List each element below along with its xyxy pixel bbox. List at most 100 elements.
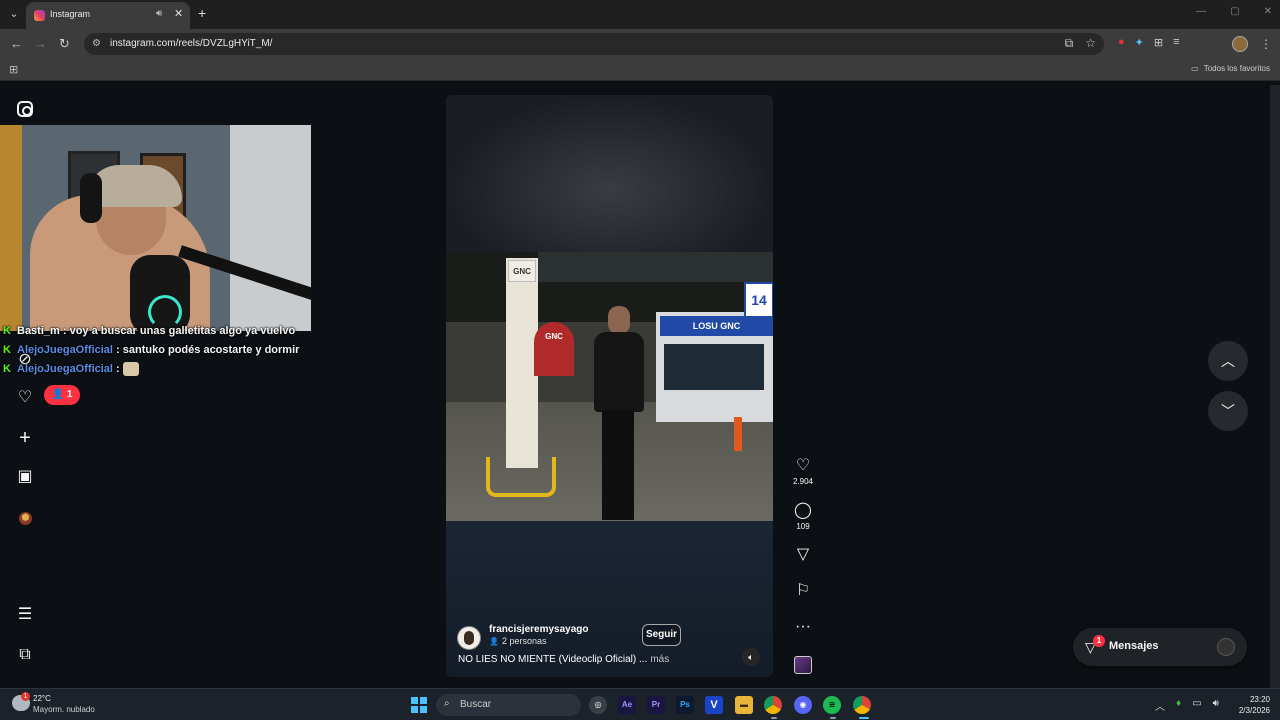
more-options-action[interactable]: ··· (790, 618, 816, 636)
reload-icon[interactable]: ↻ (59, 37, 70, 50)
chrome-icon[interactable] (764, 696, 782, 714)
running-indicator (771, 717, 777, 719)
video-store-sign: LOSU GNC (660, 316, 773, 336)
browser-tab[interactable]: Instagram 🔊︎ ✕ (26, 2, 190, 29)
close-window-icon[interactable]: ✕ (1264, 6, 1272, 17)
address-bar[interactable]: ⚙ instagram.com/reels/DVZLgHYiT_M/ ⧉ ☆ (84, 33, 1104, 55)
volume-icon[interactable]: 🔊︎ (1213, 698, 1219, 713)
collab-count[interactable]: 👤 2 personas (489, 636, 547, 646)
create-plus-icon[interactable]: + (16, 428, 34, 448)
photoshop-icon[interactable]: Ps (676, 696, 694, 714)
window-controls: — ▢ ✕ (1196, 6, 1272, 17)
after-effects-icon[interactable]: Ae (618, 696, 636, 714)
heart-icon[interactable]: ♡ (790, 457, 816, 475)
caption-more-link[interactable]: más (650, 654, 669, 665)
share-send-icon[interactable]: ▽ (790, 546, 816, 564)
bookmark-icon[interactable]: ⚐ (790, 582, 816, 600)
previous-reel-button[interactable]: ︿ (1208, 341, 1248, 381)
forward-icon[interactable]: → (34, 37, 47, 50)
messages-button[interactable]: ▽ 1 Mensajes (1073, 628, 1247, 666)
file-explorer-icon[interactable]: ▬ (735, 696, 753, 714)
microphone-icon[interactable]: ♦ (1176, 698, 1181, 713)
like-action[interactable]: ♡ 2.904 (790, 457, 816, 486)
apps-grid-icon[interactable]: ⊞ (9, 63, 18, 76)
author-avatar[interactable] (457, 626, 481, 650)
install-app-icon[interactable]: ⧉ (1065, 36, 1074, 51)
instagram-logo-icon[interactable] (17, 101, 33, 117)
system-clock[interactable]: 23:20 2/3/2026 (1234, 694, 1270, 716)
weather-description[interactable]: Mayorm. nublado (33, 705, 95, 714)
tab-close-icon[interactable]: ✕ (174, 7, 183, 20)
site-info-icon[interactable]: ⚙ (92, 38, 101, 49)
tray-overflow-icon[interactable]: ︿ (1155, 698, 1165, 713)
system-tray: ︿ ♦ ▭ 🔊︎ (1155, 698, 1219, 713)
extension-translate-icon[interactable]: ✦ (1135, 36, 1144, 49)
url-text[interactable]: instagram.com/reels/DVZLgHYiT_M/ (110, 38, 272, 49)
premiere-icon[interactable]: Pr (647, 696, 665, 714)
chat-username: AlejoJuegaOfficial (17, 344, 113, 356)
taskbar-search[interactable]: ⌕ Buscar (436, 694, 581, 716)
reel-info: francisjeremysayago 👤 2 personas Seguir N… (446, 618, 773, 678)
search-icon: ⌕ (444, 698, 450, 709)
browser-menu-icon[interactable]: ⋮ (1260, 37, 1272, 51)
next-reel-button[interactable]: ﹀ (1208, 391, 1248, 431)
all-bookmarks-folder[interactable]: ▭ Todos los favoritos (1186, 64, 1270, 73)
tab-audio-icon[interactable]: 🔊︎ (156, 8, 162, 19)
also-from-meta-icon[interactable]: ⧉ (16, 646, 34, 664)
folder-icon: ▭ (1191, 64, 1199, 73)
page-scrollbar[interactable] (1270, 85, 1280, 688)
windows-taskbar: 1 22°C Mayorm. nublado ⌕ Buscar ◎ Ae Pr … (0, 688, 1280, 720)
video-store-window (664, 344, 764, 390)
start-windows-icon[interactable] (411, 697, 427, 713)
weather-alert-badge: 1 (21, 692, 30, 701)
share-action[interactable]: ▽ (790, 546, 816, 564)
chevron-down-icon: ﹀ (1221, 403, 1235, 419)
chat-text: : (116, 363, 120, 375)
weather-temperature[interactable]: 22°C (33, 694, 51, 703)
reel-caption: NO LIES NO MIENTE (Videoclip Oficial) ..… (458, 654, 669, 665)
comment-action[interactable]: ◯ 109 (790, 502, 816, 531)
tab-title: Instagram (50, 9, 91, 19)
chat-emote-icon (122, 362, 139, 377)
profile-avatar[interactable] (1232, 36, 1248, 52)
follow-button[interactable]: Seguir (642, 624, 681, 646)
messages-label: Mensajes (1109, 640, 1159, 652)
extensions-puzzle-icon[interactable]: ⊞ (1154, 36, 1163, 49)
more-menu-icon[interactable]: ☰ (16, 606, 34, 624)
profile-avatar-icon[interactable] (19, 512, 32, 525)
notifications-heart-icon[interactable]: ♡ (16, 389, 34, 407)
original-audio-thumbnail[interactable] (794, 656, 812, 674)
active-indicator (859, 717, 869, 719)
vegas-icon[interactable]: V (705, 696, 723, 714)
minimize-icon[interactable]: — (1196, 6, 1206, 17)
video-pump-barrier (486, 457, 556, 497)
extension-red-icon[interactable]: ● (1118, 36, 1125, 49)
obs-app-icon[interactable]: ◎ (589, 696, 607, 714)
reel-player[interactable]: LOSU GNC 14 GNC GNC (446, 95, 773, 677)
network-icon[interactable]: ▭ (1192, 698, 1201, 713)
new-tab-button[interactable]: + (198, 6, 206, 20)
video-gnc-logo: GNC (534, 322, 574, 376)
back-icon[interactable]: ← (10, 37, 23, 50)
reel-video[interactable]: LOSU GNC 14 GNC GNC (446, 252, 773, 521)
notification-badge[interactable]: 👤 1 (44, 385, 80, 405)
spotify-icon[interactable]: ≋ (823, 696, 841, 714)
chat-username: AlejoJuegaOfficial (17, 363, 113, 375)
author-username[interactable]: francisjeremysayago (489, 624, 589, 635)
save-action[interactable]: ⚐ (790, 582, 816, 600)
message-contact-avatar (1217, 638, 1235, 656)
maximize-icon[interactable]: ▢ (1230, 6, 1239, 17)
dashboard-chart-icon[interactable]: ▣ (16, 468, 34, 486)
browser-toolbar: ← → ↻ ⚙ instagram.com/reels/DVZLgHYiT_M/… (0, 29, 1280, 59)
comment-bubble-icon[interactable]: ◯ (790, 502, 816, 520)
more-horizontal-icon[interactable]: ··· (790, 618, 816, 636)
chrome-profile-icon[interactable] (853, 696, 871, 714)
bookmark-star-icon[interactable]: ☆ (1085, 36, 1096, 51)
mute-toggle-icon[interactable]: 🔈︎ (742, 648, 760, 666)
notification-count: 1 (66, 389, 73, 400)
media-control-icon[interactable]: ≡ (1173, 36, 1179, 49)
tab-search-icon[interactable]: ⌄ (6, 6, 22, 22)
discord-icon[interactable]: ◉ (794, 696, 812, 714)
performer-legs (602, 410, 634, 520)
clock-date: 2/3/2026 (1238, 706, 1270, 715)
